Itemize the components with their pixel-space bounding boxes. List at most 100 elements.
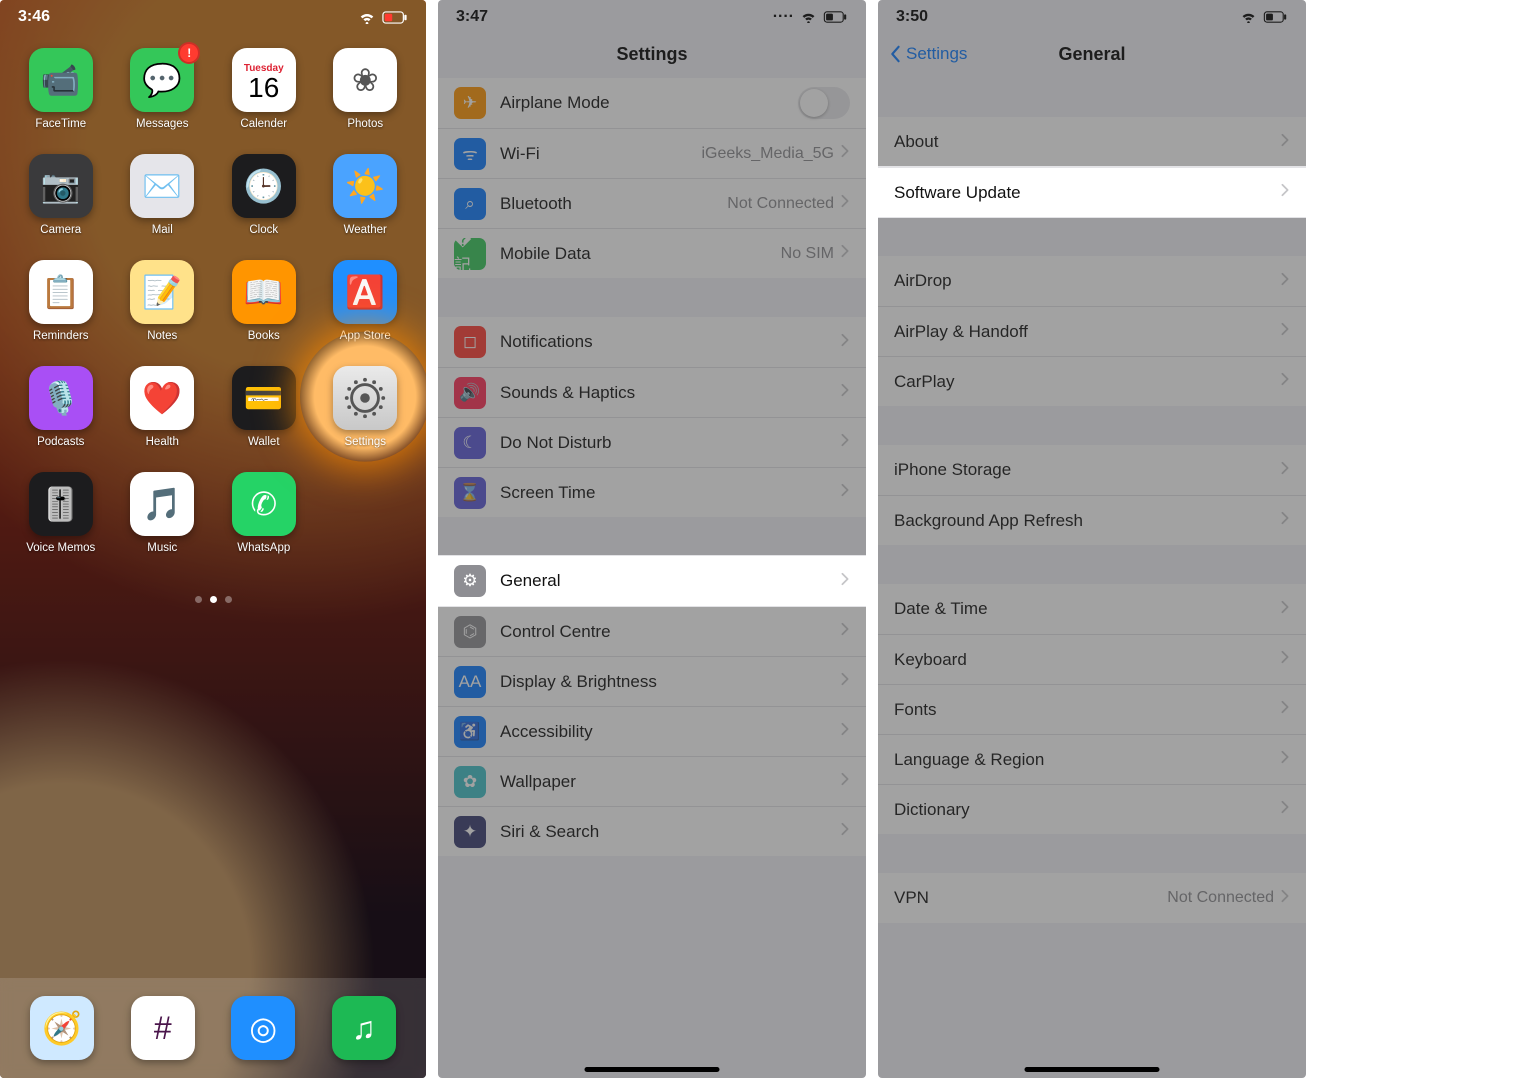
settings-list[interactable]: ✈Airplane ModeᯤWi-FiiGeeks_Media_5G⌕Blue… (438, 78, 866, 856)
row-airplane-mode[interactable]: ✈Airplane Mode (438, 78, 866, 128)
home-screen-panel: 3:46 📹FaceTime💬!MessagesTuesday16Calende… (0, 0, 426, 1078)
chevron-right-icon (840, 244, 850, 263)
row-carplay[interactable]: CarPlay (878, 356, 1306, 406)
row-screen-time[interactable]: ⌛Screen Time (438, 467, 866, 517)
nav-title: Settings (616, 44, 687, 65)
row-label: Mobile Data (500, 244, 781, 264)
toggle[interactable] (798, 87, 850, 119)
app-podcasts[interactable]: 🎙️Podcasts (17, 366, 105, 448)
row-icon: AA (454, 666, 486, 698)
back-label: Settings (906, 44, 967, 64)
app-label: Reminders (17, 330, 105, 342)
app-books[interactable]: 📖Books (220, 260, 308, 342)
row-icon: ⌬ (454, 616, 486, 648)
nav-bar: Settings (438, 30, 866, 78)
row-label: Keyboard (894, 650, 1280, 670)
app-label: Calender (220, 118, 308, 130)
page-indicator[interactable] (0, 596, 426, 603)
row-software-update[interactable]: Software Update (878, 167, 1306, 217)
row-icon: 🔊 (454, 377, 486, 409)
home-indicator[interactable] (1025, 1067, 1160, 1072)
app-clock[interactable]: 🕒Clock (220, 154, 308, 236)
chevron-right-icon (1280, 889, 1290, 908)
back-button[interactable]: Settings (888, 44, 967, 64)
row-label: Wallpaper (500, 772, 840, 792)
chevron-right-icon (840, 722, 850, 741)
app-app-store[interactable]: 🅰️App Store (321, 260, 409, 342)
row-vpn[interactable]: VPNNot Connected (878, 873, 1306, 923)
row-general[interactable]: ⚙General (438, 556, 866, 606)
dock-app-spotify[interactable]: ♫ (320, 996, 408, 1060)
app-facetime[interactable]: 📹FaceTime (17, 48, 105, 130)
row-iphone-storage[interactable]: iPhone Storage (878, 445, 1306, 495)
chevron-right-icon (840, 194, 850, 213)
app-icon: 🎵 (130, 472, 194, 536)
app-camera[interactable]: 📷Camera (17, 154, 105, 236)
app-photos[interactable]: ❀Photos (321, 48, 409, 130)
row-notifications[interactable]: ◻Notifications (438, 317, 866, 367)
row-do-not-disturb[interactable]: ☾Do Not Disturb (438, 417, 866, 467)
app-notes[interactable]: 📝Notes (118, 260, 206, 342)
row-accessibility[interactable]: ♿Accessibility (438, 706, 866, 756)
home-indicator[interactable] (585, 1067, 720, 1072)
app-icon: 💬! (130, 48, 194, 112)
app-settings[interactable]: Settings (321, 366, 409, 448)
row-label: VPN (894, 888, 1167, 908)
battery-icon (823, 11, 848, 23)
row-sounds-haptics[interactable]: 🔊 Sounds & Haptics (438, 367, 866, 417)
app-music[interactable]: 🎵Music (118, 472, 206, 554)
app-icon: 🎙️ (29, 366, 93, 430)
chevron-right-icon (1280, 600, 1290, 619)
chevron-right-icon (840, 622, 850, 641)
app-calender[interactable]: Tuesday16Calender (220, 48, 308, 130)
app-wallet[interactable]: 💳Wallet (220, 366, 308, 448)
dock-app-shazam[interactable]: ◎ (219, 996, 307, 1060)
dock-app-slack[interactable]: # (119, 996, 207, 1060)
chevron-right-icon (840, 383, 850, 402)
row-airplay-handoff[interactable]: AirPlay & Handoff (878, 306, 1306, 356)
app-weather[interactable]: ☀️Weather (321, 154, 409, 236)
row-siri-search[interactable]: ✦Siri & Search (438, 806, 866, 856)
app-label: Voice Memos (17, 542, 105, 554)
chevron-right-icon (1280, 650, 1290, 669)
row-language-region[interactable]: Language & Region (878, 734, 1306, 784)
row-background-app-refresh[interactable]: Background App Refresh (878, 495, 1306, 545)
row-wallpaper[interactable]: ✿Wallpaper (438, 756, 866, 806)
row-icon: �記 (454, 238, 486, 270)
app-reminders[interactable]: 📋Reminders (17, 260, 105, 342)
app-label: Weather (321, 224, 409, 236)
dock-app-safari[interactable]: 🧭 (18, 996, 106, 1060)
row-display-brightness[interactable]: AA Display & Brightness (438, 656, 866, 706)
battery-icon (1263, 11, 1288, 23)
row-fonts[interactable]: Fonts (878, 684, 1306, 734)
app-voice-memos[interactable]: 🎚️Voice Memos (17, 472, 105, 554)
row-date-time[interactable]: Date & Time (878, 584, 1306, 634)
row-label: About (894, 132, 1280, 152)
chevron-right-icon (840, 333, 850, 352)
app-messages[interactable]: 💬!Messages (118, 48, 206, 130)
row-label: Sounds & Haptics (500, 383, 840, 403)
row-bluetooth[interactable]: ⌕BluetoothNot Connected (438, 178, 866, 228)
row-label: Do Not Disturb (500, 433, 840, 453)
row-about[interactable]: About (878, 117, 1306, 167)
app-label: Photos (321, 118, 409, 130)
chevron-right-icon (1280, 511, 1290, 530)
app-health[interactable]: ❤️Health (118, 366, 206, 448)
app-label: Clock (220, 224, 308, 236)
row-value: No SIM (781, 245, 834, 263)
row-dictionary[interactable]: Dictionary (878, 784, 1306, 834)
app-mail[interactable]: ✉️Mail (118, 154, 206, 236)
row-mobile-data[interactable]: �記 Mobile DataNo SIM (438, 228, 866, 278)
row-control-centre[interactable]: ⌬Control Centre (438, 606, 866, 656)
app-icon: 🅰️ (333, 260, 397, 324)
chevron-right-icon (1280, 461, 1290, 480)
row-icon: ✈ (454, 87, 486, 119)
app-icon: 📷 (29, 154, 93, 218)
app-whatsapp[interactable]: ✆WhatsApp (220, 472, 308, 554)
row-keyboard[interactable]: Keyboard (878, 634, 1306, 684)
general-list[interactable]: About Software Update AirDropAirPlay & Han… (878, 78, 1306, 923)
row-label: Display & Brightness (500, 672, 840, 692)
row-wi-fi[interactable]: ᯤWi-FiiGeeks_Media_5G (438, 128, 866, 178)
app-label: Settings (321, 436, 409, 448)
row-airdrop[interactable]: AirDrop (878, 256, 1306, 306)
